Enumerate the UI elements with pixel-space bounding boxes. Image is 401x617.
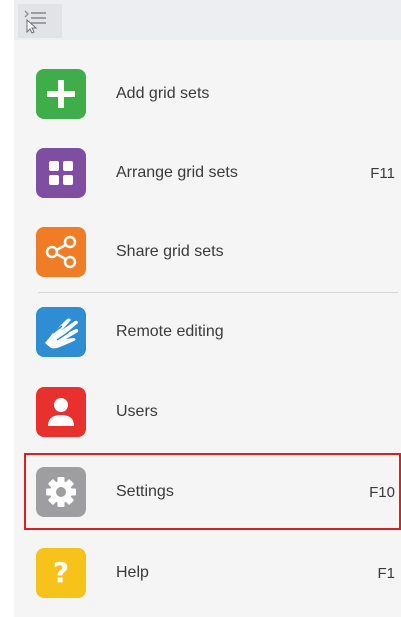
menu-item-share-grid-sets[interactable]: Share grid sets xyxy=(14,213,401,293)
help-tile: ? xyxy=(36,548,86,598)
menu-item-label: Settings xyxy=(116,483,174,500)
add-tile xyxy=(36,69,86,119)
menu-item-shortcut: F11 xyxy=(370,165,395,182)
user-icon xyxy=(48,398,74,426)
menu-list-icon xyxy=(24,10,46,34)
arrange-tile xyxy=(36,148,86,198)
menu-item-label: Arrange grid sets xyxy=(116,164,238,181)
menu-toggle-button[interactable] xyxy=(18,4,62,38)
menu-item-settings[interactable]: Settings F10 xyxy=(14,453,401,533)
plus-icon xyxy=(47,80,75,108)
share-tile xyxy=(36,227,86,277)
menu-item-remote-editing[interactable]: Remote editing xyxy=(14,293,401,373)
settings-tile xyxy=(36,467,86,517)
menu-item-label: Remote editing xyxy=(116,323,224,340)
menu-item-shortcut: F1 xyxy=(377,565,395,582)
share-icon xyxy=(45,235,77,269)
menu-item-label: Help xyxy=(116,564,149,581)
users-tile xyxy=(36,387,86,437)
menu-item-users[interactable]: Users xyxy=(14,373,401,453)
menu-item-label: Share grid sets xyxy=(116,243,224,260)
menu-header xyxy=(14,0,401,40)
question-icon: ? xyxy=(52,556,70,589)
menu-item-arrange-grid-sets[interactable]: Arrange grid sets F11 xyxy=(14,134,401,214)
hands-icon xyxy=(45,318,79,349)
grid-icon xyxy=(49,161,73,185)
menu-item-help[interactable]: ? Help F1 xyxy=(14,534,401,614)
menu-item-label: Add grid sets xyxy=(116,85,210,102)
menu-item-add-grid-sets[interactable]: Add grid sets xyxy=(14,55,401,135)
menu-item-shortcut: F10 xyxy=(369,484,395,501)
menu-panel: Add grid sets Arrange grid sets F11 Shar… xyxy=(14,0,401,617)
menu-item-label: Users xyxy=(116,403,158,420)
gear-icon xyxy=(46,477,76,507)
remote-tile xyxy=(36,307,86,357)
